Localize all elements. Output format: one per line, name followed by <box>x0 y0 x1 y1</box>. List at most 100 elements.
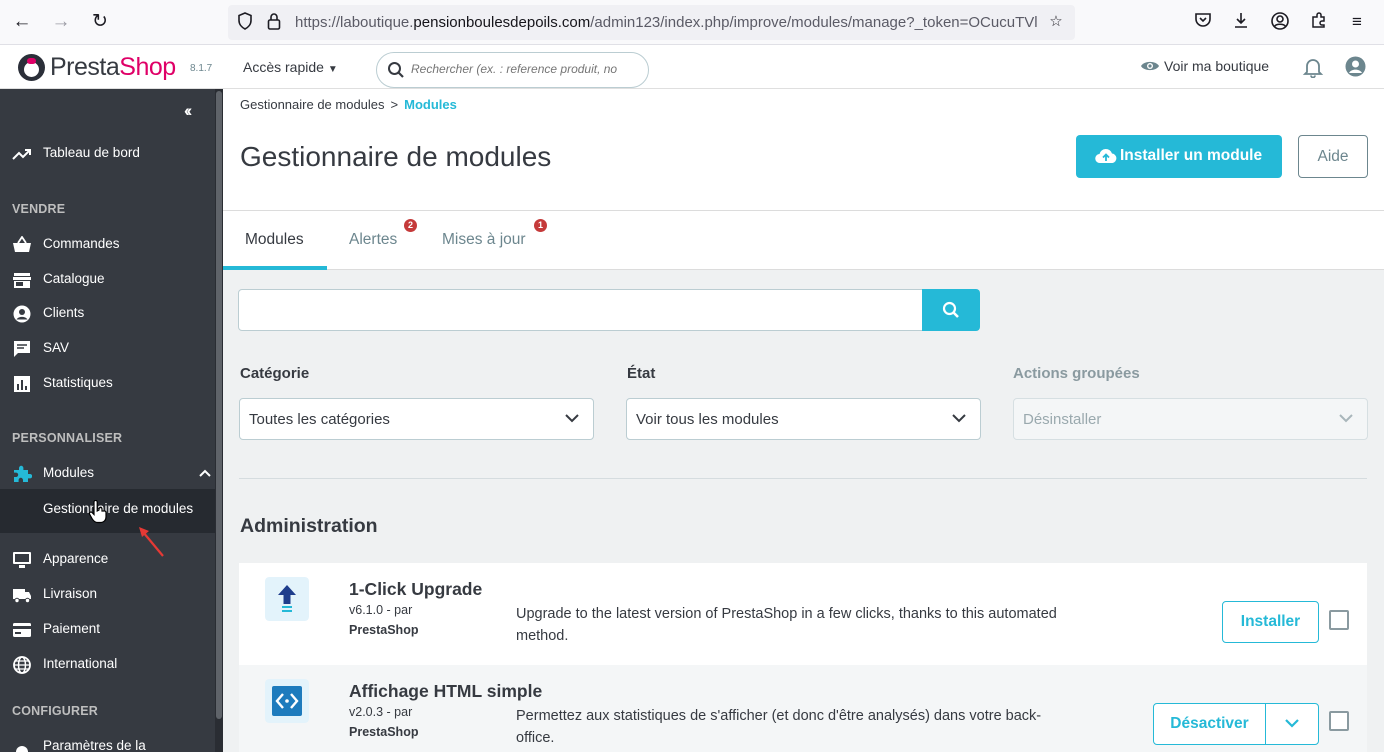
prestashop-logo-icon[interactable] <box>18 54 45 81</box>
module-card: 1-Click Upgrade v6.1.0 - par PrestaShop … <box>239 563 1367 665</box>
section-title-administration: Administration <box>240 515 378 537</box>
category-label: Catégorie <box>240 365 310 382</box>
sidebar-item-label: Modules <box>43 465 95 480</box>
sidebar-scrollbar[interactable] <box>215 89 223 752</box>
module-search-button[interactable] <box>922 289 980 331</box>
header-search-input[interactable] <box>411 62 636 76</box>
tab-modules[interactable]: Modules <box>245 231 304 249</box>
search-icon <box>942 301 959 318</box>
sidebar-item-label: Paiement <box>43 621 101 636</box>
shield-icon[interactable] <box>235 12 255 32</box>
module-version: v2.0.3 - par <box>349 705 413 719</box>
breadcrumb-current[interactable]: Modules <box>404 97 457 112</box>
account-icon[interactable] <box>1269 11 1291 33</box>
sidebar-item-label: Statistiques <box>43 375 113 390</box>
bar-chart-icon <box>14 376 30 392</box>
help-button[interactable]: Aide <box>1298 135 1368 178</box>
sidebar-item-shop-params[interactable]: Paramètres de la <box>0 730 215 752</box>
download-icon[interactable] <box>1230 11 1252 33</box>
browser-toolbar: ← → ↻ https://laboutique.pensionboulesde… <box>0 0 1384 45</box>
forward-icon[interactable]: → <box>49 10 73 34</box>
eye-icon <box>1141 61 1159 71</box>
module-actions-dropdown[interactable] <box>1265 703 1319 745</box>
caret-down-icon: ▼ <box>327 64 338 75</box>
account-circle-icon <box>13 305 31 323</box>
truck-icon <box>13 589 31 604</box>
sidebar-item-support[interactable]: SAV <box>0 332 215 366</box>
chevron-down-icon <box>952 414 966 423</box>
pocket-icon[interactable] <box>1192 11 1214 33</box>
sidebar-item-modules-row: Modules <box>0 457 215 491</box>
category-select[interactable]: Toutes les catégories <box>239 398 594 440</box>
bulk-actions-select: Désinstaller <box>1013 398 1368 440</box>
sidebar-item-modules[interactable]: Modules <box>0 457 215 490</box>
quick-access-dropdown[interactable]: Accès rapide ▼ <box>243 59 338 75</box>
disable-button[interactable]: Désactiver <box>1153 703 1266 745</box>
chevron-down-icon <box>1339 414 1353 423</box>
basket-icon <box>13 236 31 252</box>
module-select-checkbox[interactable] <box>1329 610 1349 630</box>
module-card: Affichage HTML simple v2.0.3 - par Prest… <box>239 665 1367 752</box>
sidebar-item-label: Paramètres de la <box>43 738 146 752</box>
prestashop-logo[interactable]: PrestaShop <box>50 53 176 82</box>
employee-account-icon[interactable] <box>1344 55 1367 78</box>
sidebar-item-shipping[interactable]: Livraison <box>0 578 215 612</box>
page-header: Gestionnaire de modules > Modules Gestionn… <box>223 89 1384 211</box>
header-search[interactable] <box>376 52 649 88</box>
chat-icon <box>14 341 30 357</box>
sidebar-nav: ‹‹ Tableau de bord VENDRE Commandes Cata… <box>0 89 223 752</box>
trending-up-icon <box>12 149 31 160</box>
monitor-icon <box>13 552 31 568</box>
module-description: Permettez aux statistiques de s'afficher… <box>516 708 1042 746</box>
sidebar-item-label: Livraison <box>43 586 98 601</box>
sidebar-item-stats[interactable]: Statistiques <box>0 367 215 401</box>
back-icon[interactable]: ← <box>10 10 34 34</box>
sidebar-item-dashboard[interactable]: Tableau de bord <box>0 137 215 171</box>
view-shop-link[interactable]: Voir ma boutique <box>1140 58 1269 74</box>
sidebar-item-customers[interactable]: Clients <box>0 297 215 331</box>
state-label: État <box>627 365 656 382</box>
module-tabs: Modules Alertes 2 Mises à jour 1 <box>223 211 1384 270</box>
search-icon <box>388 62 404 78</box>
chevron-down-icon <box>1285 719 1299 728</box>
module-author: PrestaShop <box>349 725 419 739</box>
extensions-icon[interactable] <box>1308 11 1330 33</box>
chevron-up-icon[interactable] <box>199 468 211 478</box>
sidebar-item-orders[interactable]: Commandes <box>0 228 215 262</box>
tab-alerts[interactable]: Alertes <box>349 231 397 249</box>
module-version: v6.1.0 - par <box>349 603 413 617</box>
version-label: 8.1.7 <box>190 63 213 74</box>
active-tab-indicator <box>223 266 327 270</box>
cloud-upload-icon <box>1095 149 1117 164</box>
sidebar-item-label: Apparence <box>43 551 109 566</box>
divider <box>239 478 1367 479</box>
module-description: Upgrade to the latest version of PrestaS… <box>516 606 1057 644</box>
sidebar-item-catalog[interactable]: Catalogue <box>0 263 215 297</box>
module-name: 1-Click Upgrade <box>349 579 483 599</box>
tab-updates[interactable]: Mises à jour <box>442 231 526 249</box>
breadcrumb-parent[interactable]: Gestionnaire de modules <box>240 97 385 112</box>
notifications-bell-icon[interactable] <box>1302 56 1324 78</box>
state-select[interactable]: Voir tous les modules <box>626 398 981 440</box>
url-text[interactable]: https://laboutique.pensionboulesdepoils.… <box>295 14 1040 31</box>
module-select-checkbox[interactable] <box>1329 711 1349 731</box>
sidebar-section-customize: PERSONNALISER <box>12 431 123 445</box>
address-bar[interactable]: https://laboutique.pensionboulesdepoils.… <box>228 5 1075 40</box>
sidebar-item-label: SAV <box>43 340 70 355</box>
reload-icon[interactable]: ↻ <box>88 10 112 34</box>
collapse-sidebar-icon[interactable]: ‹‹ <box>184 101 193 121</box>
red-annotation-arrow-icon <box>139 527 164 557</box>
module-search-input[interactable] <box>238 289 923 331</box>
sidebar-item-label: International <box>43 656 118 671</box>
install-module-button[interactable]: Installer un module <box>1076 135 1282 178</box>
sidebar-item-international[interactable]: International <box>0 648 215 682</box>
sidebar-item-payment[interactable]: Paiement <box>0 613 215 647</box>
install-button[interactable]: Installer <box>1222 601 1319 643</box>
sidebar-item-label: Catalogue <box>43 271 105 286</box>
menu-icon[interactable]: ≡ <box>1346 11 1368 33</box>
breadcrumb: Gestionnaire de modules > Modules <box>240 97 457 112</box>
sidebar-section-configure: CONFIGURER <box>12 704 99 718</box>
bookmark-star-icon[interactable]: ☆ <box>1046 12 1066 32</box>
lock-icon[interactable] <box>264 12 284 32</box>
sidebar-item-appearance[interactable]: Apparence <box>0 543 215 577</box>
